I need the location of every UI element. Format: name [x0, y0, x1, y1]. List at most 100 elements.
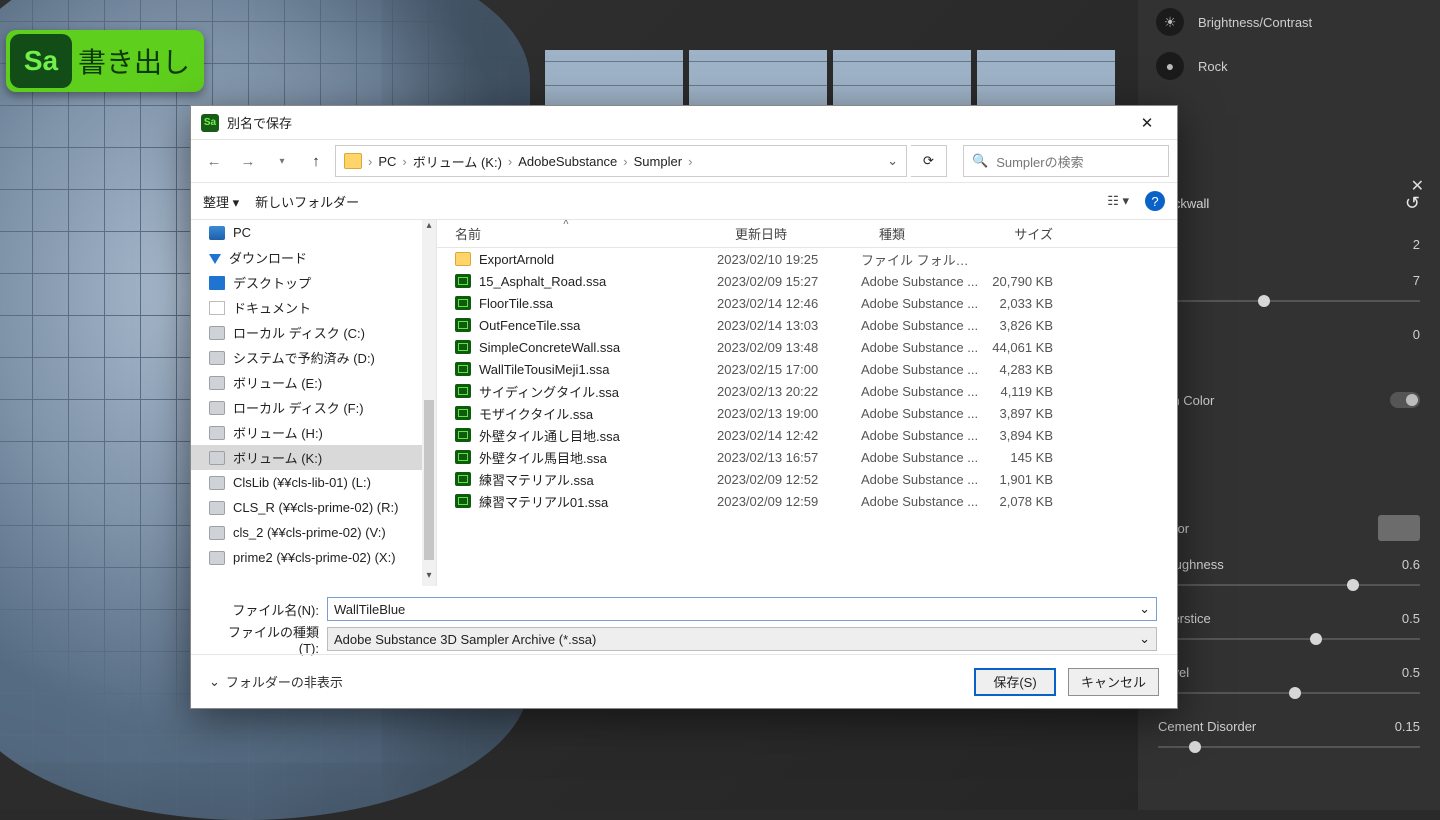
tree-item-label: ローカル ディスク (C:) — [233, 323, 365, 342]
tree-item[interactable]: デスクトップ — [191, 270, 436, 295]
thumbnail[interactable] — [977, 50, 1115, 110]
tree-item-label: ローカル ディスク (F:) — [233, 398, 364, 417]
folder-tree[interactable]: ▴▾ PCダウンロードデスクトップドキュメントローカル ディスク (C:) システ… — [191, 220, 437, 586]
close-icon[interactable]: ✕ — [1411, 176, 1424, 196]
app-icon: Sa — [201, 114, 219, 132]
tree-scrollbar[interactable]: ▴▾ — [422, 220, 436, 586]
breadcrumb[interactable]: AdobeSubstance — [518, 154, 617, 169]
tree-item[interactable]: ボリューム (H:) — [191, 420, 436, 445]
tree-item[interactable]: ローカル ディスク (F:) — [191, 395, 436, 420]
file-icon — [455, 406, 471, 420]
layer-rock[interactable]: ● Rock — [1138, 44, 1440, 88]
tree-item[interactable]: PC — [191, 220, 436, 245]
file-row[interactable]: OutFenceTile.ssa2023/02/14 13:03Adobe Su… — [437, 314, 1177, 336]
chevron-down-icon[interactable]: ⌄ — [1139, 601, 1150, 617]
save-as-dialog: Sa 別名で保存 ✕ ← → ▾ ↑ › PC› ボリューム (K:)› Ado… — [190, 105, 1178, 709]
drive-icon — [209, 376, 225, 390]
nav-recent-dropdown[interactable]: ▾ — [267, 146, 297, 176]
file-icon — [455, 318, 471, 332]
tree-item[interactable]: prime2 (¥¥cls-prime-02) (X:) — [191, 545, 436, 570]
new-folder-button[interactable]: 新しいフォルダー — [255, 192, 359, 211]
file-size: 2,033 KB — [981, 296, 1065, 311]
file-row[interactable]: FloorTile.ssa2023/02/14 12:46Adobe Subst… — [437, 292, 1177, 314]
tree-item[interactable]: ClsLib (¥¥cls-lib-01) (L:) — [191, 470, 436, 495]
tree-item-label: ボリューム (H:) — [233, 423, 323, 442]
file-row[interactable]: 外壁タイル馬目地.ssa2023/02/13 16:57Adobe Substa… — [437, 446, 1177, 468]
file-row[interactable]: ExportArnold2023/02/10 19:25ファイル フォルダー — [437, 248, 1177, 270]
file-row[interactable]: 練習マテリアル01.ssa2023/02/09 12:59Adobe Subst… — [437, 490, 1177, 512]
col-date[interactable]: 更新日時 — [717, 224, 861, 243]
help-button[interactable]: ? — [1145, 191, 1165, 211]
file-row[interactable]: 15_Asphalt_Road.ssa2023/02/09 15:27Adobe… — [437, 270, 1177, 292]
layer-brightness-contrast[interactable]: ☀ Brightness/Contrast — [1138, 0, 1440, 44]
file-date: 2023/02/13 20:22 — [717, 384, 861, 399]
file-size: 4,119 KB — [981, 384, 1065, 399]
slider[interactable] — [1158, 292, 1420, 310]
tree-item[interactable]: ボリューム (K:) — [191, 445, 436, 470]
file-row[interactable]: 練習マテリアル.ssa2023/02/09 12:52Adobe Substan… — [437, 468, 1177, 490]
nav-back[interactable]: ← — [199, 146, 229, 176]
prop-value: 0 — [1413, 327, 1420, 342]
file-type: ファイル フォルダー — [861, 250, 981, 269]
tree-item[interactable]: CLS_R (¥¥cls-prime-02) (R:) — [191, 495, 436, 520]
col-size[interactable]: サイズ — [981, 224, 1065, 243]
file-name: モザイクタイル.ssa — [479, 404, 593, 423]
file-size: 44,061 KB — [981, 340, 1065, 355]
filetype-label: ファイルの種類(T): — [211, 622, 319, 656]
file-date: 2023/02/13 16:57 — [717, 450, 861, 465]
drive-icon — [209, 401, 225, 415]
filename-label: ファイル名(N): — [211, 600, 319, 619]
view-options[interactable]: ☷ ▾ — [1107, 193, 1129, 209]
address-bar[interactable]: › PC› ボリューム (K:)› AdobeSubstance› Sumple… — [335, 145, 907, 177]
nav-up[interactable]: ↑ — [301, 146, 331, 176]
drive-icon — [209, 451, 225, 465]
col-type[interactable]: 種類 — [861, 224, 981, 243]
interstice-slider[interactable] — [1158, 630, 1420, 648]
file-row[interactable]: SimpleConcreteWall.ssa2023/02/09 13:48Ad… — [437, 336, 1177, 358]
file-name: WallTileTousiMeji1.ssa — [479, 362, 610, 377]
roughness-slider[interactable] — [1158, 576, 1420, 594]
breadcrumb[interactable]: ボリューム (K:) — [413, 152, 502, 171]
cement-disorder-slider[interactable] — [1158, 738, 1420, 756]
layer-label: Rock — [1198, 59, 1228, 74]
file-date: 2023/02/13 19:00 — [717, 406, 861, 421]
tree-item[interactable]: ダウンロード — [191, 245, 436, 270]
cancel-button[interactable]: キャンセル — [1068, 668, 1159, 696]
thumbnail[interactable] — [833, 50, 971, 110]
tree-item[interactable]: ボリューム (E:) — [191, 370, 436, 395]
custom-color-toggle[interactable] — [1390, 392, 1420, 408]
save-button[interactable]: 保存(S) — [974, 668, 1056, 696]
file-name: 練習マテリアル01.ssa — [479, 492, 608, 511]
export-badge-label: 書き出し — [78, 41, 190, 81]
organize-button[interactable]: 整理 ▾ — [203, 192, 239, 211]
chevron-down-icon[interactable]: ⌄ — [887, 153, 898, 169]
filetype-select[interactable]: Adobe Substance 3D Sampler Archive (*.ss… — [327, 627, 1157, 651]
search-input[interactable]: 🔍 Sumplerの検索 — [963, 145, 1169, 177]
level-slider[interactable] — [1158, 684, 1420, 702]
sampler-logo: Sa — [10, 34, 72, 88]
close-button[interactable]: ✕ — [1127, 114, 1167, 132]
col-name[interactable]: 名前 — [437, 224, 717, 243]
file-icon — [455, 296, 471, 310]
file-row[interactable]: WallTileTousiMeji1.ssa2023/02/15 17:00Ad… — [437, 358, 1177, 380]
nav-forward[interactable]: → — [233, 146, 263, 176]
hide-folders-toggle[interactable]: ⌄フォルダーの非表示 — [209, 672, 343, 691]
refresh-button[interactable]: ⟳ — [911, 145, 947, 177]
chevron-down-icon[interactable]: ⌄ — [1139, 631, 1150, 647]
color-swatch[interactable] — [1378, 515, 1420, 541]
filename-input[interactable]: WallTileBlue⌄ — [327, 597, 1157, 621]
tree-item[interactable]: ローカル ディスク (C:) — [191, 320, 436, 345]
breadcrumb[interactable]: Sumpler — [634, 154, 682, 169]
tree-item[interactable]: ドキュメント — [191, 295, 436, 320]
tree-item[interactable]: システムで予約済み (D:) — [191, 345, 436, 370]
file-icon — [455, 362, 471, 376]
file-row[interactable]: モザイクタイル.ssa2023/02/13 19:00Adobe Substan… — [437, 402, 1177, 424]
file-row[interactable]: サイディングタイル.ssa2023/02/13 20:22Adobe Subst… — [437, 380, 1177, 402]
thumbnail[interactable] — [545, 50, 683, 110]
breadcrumb[interactable]: PC — [378, 154, 396, 169]
thumbnail[interactable] — [689, 50, 827, 110]
file-row[interactable]: 外壁タイル通し目地.ssa2023/02/14 12:42Adobe Subst… — [437, 424, 1177, 446]
file-icon — [455, 494, 471, 508]
tree-item[interactable]: cls_2 (¥¥cls-prime-02) (V:) — [191, 520, 436, 545]
file-list[interactable]: ˄ 名前 更新日時 種類 サイズ ExportArnold2023/02/10 … — [437, 220, 1177, 586]
